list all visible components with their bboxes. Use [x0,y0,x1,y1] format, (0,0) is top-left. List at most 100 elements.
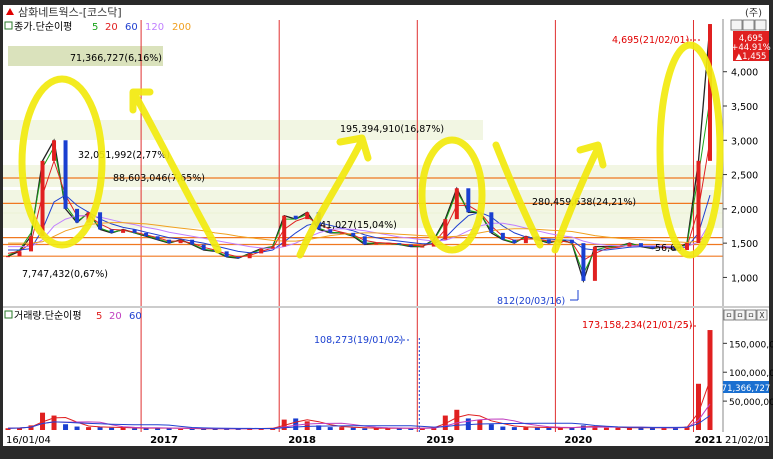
price-candle [132,229,137,233]
price-candle [339,232,344,234]
volume-bar [86,427,92,430]
x-axis-label: 16/01/04 [6,435,51,446]
volume-panel-button-label: ㅁ [748,311,755,320]
ma-period-20: 20 [105,22,118,33]
price-candle [385,243,390,245]
price-candle [282,215,287,247]
volume-bar [546,427,552,430]
price-candle [408,244,413,247]
volume-legend-label: 거래량.단순이평 [14,310,82,322]
price-candle [190,239,195,245]
price-candle [454,188,459,220]
volume-bar [97,427,103,430]
price-candle [109,229,114,233]
price-candle [650,246,655,249]
price-tick-label: 1,000 [731,273,758,284]
panel-button[interactable] [730,19,743,31]
x-axis-area [3,432,769,446]
price-candle [201,244,206,250]
volume-bar [511,427,517,430]
volume-tick-label: 100,000,00 [729,369,773,379]
volume-profile-band [3,165,723,187]
panel-button[interactable] [742,19,755,31]
price-candle [270,246,275,249]
ma-period-60: 60 [125,22,138,33]
price-candle [569,239,574,244]
price-axis-background [723,19,769,306]
volume-bar [523,427,529,430]
volume-bar [339,427,345,430]
price-candle [500,232,505,240]
price-tick-label: 3,500 [731,102,758,113]
price-annotation: 812(20/03/16) [497,296,565,307]
last-volume-value: 71,366,727 [722,384,771,394]
volume-tick-label: 150,000,00 [729,340,773,350]
volume-y-axis: 150,000,00 100,000,00 50,000,00 71,366,727 [722,308,773,432]
ma-period-120: 120 [145,22,164,33]
volume-ma-period-5: 5 [96,311,102,322]
price-tick-label: 2,500 [731,171,758,182]
price-candle [121,229,126,233]
volume-bar [293,418,299,430]
price-candle [155,236,160,240]
price-candle [29,236,34,252]
volume-bar [707,330,713,430]
price-candle [247,253,252,259]
volume-bar [327,427,333,430]
price-candle [684,243,689,250]
price-candle [696,160,701,244]
price-tick-label: 1,500 [731,239,758,250]
price-candle [63,140,68,209]
price-candle [592,246,597,281]
volume-panel-button-label: ㅁ [726,311,733,320]
price-annotation: 4,695(21/02/01) [612,35,689,46]
price-candle [40,160,45,237]
price-annotation: 71,366,727(6,16%) [70,53,162,64]
stock-chart-svg: 삼화네트웍스-[코스닥] (주) 종가.단순이평 5 20 60 120 200 4,69… [0,0,773,459]
volume-bar [109,427,115,430]
price-candle [489,212,494,233]
price-candle [420,246,425,248]
price-candle [167,239,172,244]
volume-ma-period-60: 60 [129,311,142,322]
price-candle [144,232,149,237]
price-candle [52,140,57,161]
volume-bar [74,426,80,430]
price-candle [362,236,367,245]
price-candle [581,243,586,281]
volume-bar [534,427,540,430]
volume-bar [488,424,494,430]
volume-panel-button-label: X [759,311,764,320]
price-candle [615,246,620,248]
price-legend-label: 종가.단순이평 [14,21,72,33]
volume-bar [63,424,69,430]
volume-panel: 거래량.단순이평 5 20 60 173,158,234(21/01/25) 108,2… [3,308,773,432]
x-axis-label: 2017 [150,435,178,446]
price-candle [708,24,712,161]
price-candle [523,236,528,244]
volume-bar [477,419,483,430]
price-annotation: 41,027(15,04%) [320,220,397,231]
price-tick-label: 4,000 [731,68,758,79]
panel-button[interactable] [754,19,767,31]
price-legend: 종가.단순이평 5 20 60 120 200 [4,21,191,33]
price-candle [6,256,10,258]
price-candle [75,208,80,223]
x-axis-label: 2021 [694,435,722,446]
price-candle [178,239,183,244]
volume-annotation: 173,158,234(21/01/25) [582,320,693,331]
price-annotation: 195,394,910(16,87%) [340,124,444,135]
volume-tick-label: 50,000,00 [729,398,773,408]
ma-period-5: 5 [92,22,98,33]
volume-bar [603,427,609,430]
price-panel-buttons[interactable] [730,19,767,31]
volume-bar [132,428,138,430]
price-candle [397,243,402,245]
last-price-box: 4,695+44.91%▲1,455 [731,31,771,62]
price-candle [305,212,310,220]
volume-bar [500,426,506,430]
price-candle [638,243,643,247]
x-axis-label: 2019 [426,435,454,446]
x-axis-label: 2020 [564,435,592,446]
volume-panel-button-label: ㅁ [737,311,744,320]
